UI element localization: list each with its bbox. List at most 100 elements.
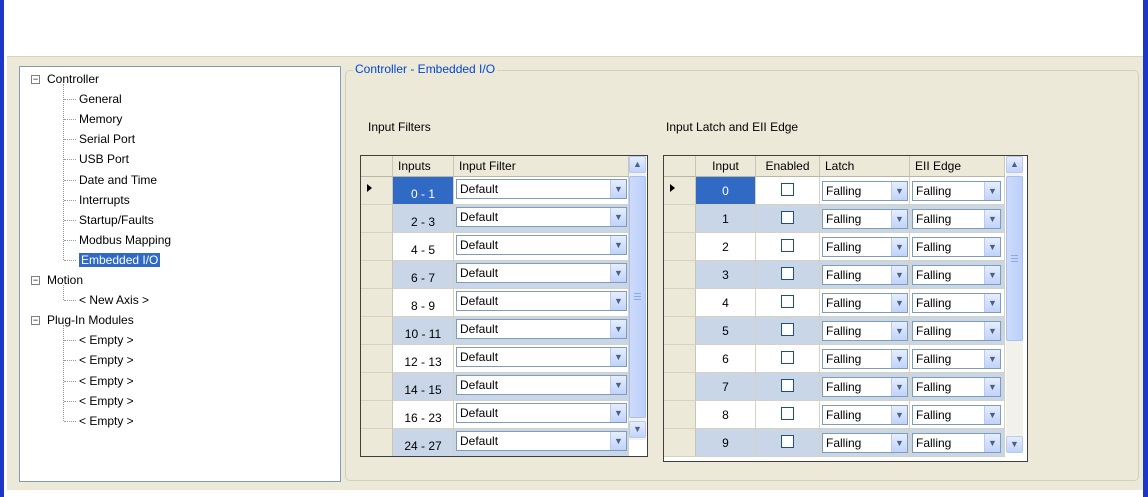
input-filter-dropdown[interactable]: Default ▼ [456, 403, 627, 423]
chevron-down-icon[interactable]: ▼ [610, 236, 626, 254]
chevron-down-icon[interactable]: ▼ [891, 406, 907, 424]
chevron-down-icon[interactable]: ▼ [891, 238, 907, 256]
input-filter-dropdown[interactable]: Default ▼ [456, 235, 627, 255]
scroll-thumb[interactable] [1006, 176, 1023, 341]
row-header[interactable] [361, 289, 393, 317]
chevron-down-icon[interactable]: ▼ [984, 350, 1000, 368]
row-header[interactable] [664, 289, 696, 317]
eii-edge-dropdown[interactable]: Falling ▼ [912, 293, 1001, 313]
column-header-inputs[interactable]: Inputs [393, 156, 454, 177]
chevron-down-icon[interactable]: ▼ [610, 208, 626, 226]
column-header-input-filter[interactable]: Input Filter [454, 156, 629, 177]
tree-node-embedded-i-o[interactable]: Embedded I/O [79, 251, 161, 269]
chevron-down-icon[interactable]: ▼ [984, 322, 1000, 340]
latch-dropdown[interactable]: Falling ▼ [822, 377, 908, 397]
row-header[interactable] [664, 233, 696, 261]
row-header[interactable] [664, 373, 696, 401]
scroll-up-button[interactable]: ▲ [629, 156, 646, 173]
enabled-checkbox[interactable] [781, 407, 794, 420]
scroll-down-button[interactable]: ▼ [629, 421, 646, 438]
row-header[interactable] [361, 261, 393, 289]
chevron-down-icon[interactable]: ▼ [610, 404, 626, 422]
tree-node-empty[interactable]: < Empty > [79, 331, 134, 349]
tree-node-empty[interactable]: < Empty > [79, 412, 134, 430]
eii-edge-dropdown[interactable]: Falling ▼ [912, 377, 1001, 397]
eii-edge-dropdown[interactable]: Falling ▼ [912, 433, 1001, 453]
tree-node[interactable]: Motion [47, 271, 83, 289]
tree-node-startup-faults[interactable]: Startup/Faults [79, 211, 154, 229]
eii-edge-dropdown[interactable]: Falling ▼ [912, 349, 1001, 369]
tree-node-usb-port[interactable]: USB Port [79, 150, 129, 168]
tree-node-modbus-mapping[interactable]: Modbus Mapping [79, 231, 171, 249]
chevron-down-icon[interactable]: ▼ [984, 434, 1000, 452]
eii-edge-dropdown[interactable]: Falling ▼ [912, 209, 1001, 229]
enabled-checkbox[interactable] [781, 351, 794, 364]
input-latch-grid[interactable]: Input Enabled Latch EII Edge 0 Falling ▼ Fallin… [663, 155, 1028, 462]
input-filters-grid[interactable]: Inputs Input Filter 0 - 1 Default ▼ 2 - 3 Defa… [360, 155, 648, 457]
column-header-eii-edge[interactable]: EII Edge [910, 156, 1005, 177]
chevron-down-icon[interactable]: ▼ [891, 182, 907, 200]
row-header[interactable] [664, 205, 696, 233]
scroll-thumb[interactable] [629, 176, 646, 418]
row-header[interactable] [361, 429, 393, 456]
enabled-checkbox[interactable] [781, 295, 794, 308]
eii-edge-dropdown[interactable]: Falling ▼ [912, 265, 1001, 285]
latch-dropdown[interactable]: Falling ▼ [822, 181, 908, 201]
tree-node-general[interactable]: General [79, 90, 122, 108]
row-header[interactable] [361, 373, 393, 401]
chevron-down-icon[interactable]: ▼ [984, 406, 1000, 424]
chevron-down-icon[interactable]: ▼ [984, 294, 1000, 312]
row-header[interactable] [664, 401, 696, 429]
chevron-down-icon[interactable]: ▼ [984, 238, 1000, 256]
row-header[interactable] [664, 345, 696, 373]
tree-node-empty[interactable]: < Empty > [79, 351, 134, 369]
input-filter-dropdown[interactable]: Default ▼ [456, 431, 627, 451]
row-header[interactable] [361, 317, 393, 345]
tree-node[interactable]: Plug-In Modules [47, 311, 134, 329]
collapse-icon[interactable]: − [31, 75, 40, 84]
enabled-checkbox[interactable] [781, 267, 794, 280]
latch-dropdown[interactable]: Falling ▼ [822, 293, 908, 313]
vertical-scrollbar[interactable]: ▲ ▼ [1006, 156, 1023, 453]
chevron-down-icon[interactable]: ▼ [610, 348, 626, 366]
latch-dropdown[interactable]: Falling ▼ [822, 237, 908, 257]
tree-node-serial-port[interactable]: Serial Port [79, 130, 135, 148]
chevron-down-icon[interactable]: ▼ [891, 350, 907, 368]
column-header-input[interactable]: Input [696, 156, 756, 177]
tree-node[interactable]: Controller [47, 70, 99, 88]
tree-node-memory[interactable]: Memory [79, 110, 122, 128]
latch-dropdown[interactable]: Falling ▼ [822, 265, 908, 285]
eii-edge-dropdown[interactable]: Falling ▼ [912, 405, 1001, 425]
chevron-down-icon[interactable]: ▼ [610, 376, 626, 394]
chevron-down-icon[interactable]: ▼ [891, 266, 907, 284]
chevron-down-icon[interactable]: ▼ [610, 264, 626, 282]
chevron-down-icon[interactable]: ▼ [891, 434, 907, 452]
row-header[interactable] [361, 345, 393, 373]
enabled-checkbox[interactable] [781, 379, 794, 392]
input-filter-dropdown[interactable]: Default ▼ [456, 207, 627, 227]
row-header[interactable] [361, 205, 393, 233]
vertical-scrollbar[interactable]: ▲ ▼ [629, 156, 646, 440]
tree-node-date-and-time[interactable]: Date and Time [79, 171, 157, 189]
tree-node-new-axis[interactable]: < New Axis > [79, 291, 149, 309]
tree-node-empty[interactable]: < Empty > [79, 392, 134, 410]
input-filter-dropdown[interactable]: Default ▼ [456, 179, 627, 199]
input-filter-dropdown[interactable]: Default ▼ [456, 291, 627, 311]
eii-edge-dropdown[interactable]: Falling ▼ [912, 237, 1001, 257]
enabled-checkbox[interactable] [781, 239, 794, 252]
enabled-checkbox[interactable] [781, 435, 794, 448]
latch-dropdown[interactable]: Falling ▼ [822, 321, 908, 341]
enabled-checkbox[interactable] [781, 183, 794, 196]
enabled-checkbox[interactable] [781, 211, 794, 224]
navigation-tree[interactable]: − Controller General Memory Serial Port USB P… [19, 66, 341, 482]
row-pointer-icon[interactable] [664, 177, 696, 205]
chevron-down-icon[interactable]: ▼ [984, 182, 1000, 200]
latch-dropdown[interactable]: Falling ▼ [822, 433, 908, 453]
input-filter-dropdown[interactable]: Default ▼ [456, 263, 627, 283]
input-filter-dropdown[interactable]: Default ▼ [456, 319, 627, 339]
input-filter-dropdown[interactable]: Default ▼ [456, 375, 627, 395]
chevron-down-icon[interactable]: ▼ [610, 292, 626, 310]
row-header[interactable] [664, 261, 696, 289]
enabled-checkbox[interactable] [781, 323, 794, 336]
row-header[interactable] [664, 317, 696, 345]
